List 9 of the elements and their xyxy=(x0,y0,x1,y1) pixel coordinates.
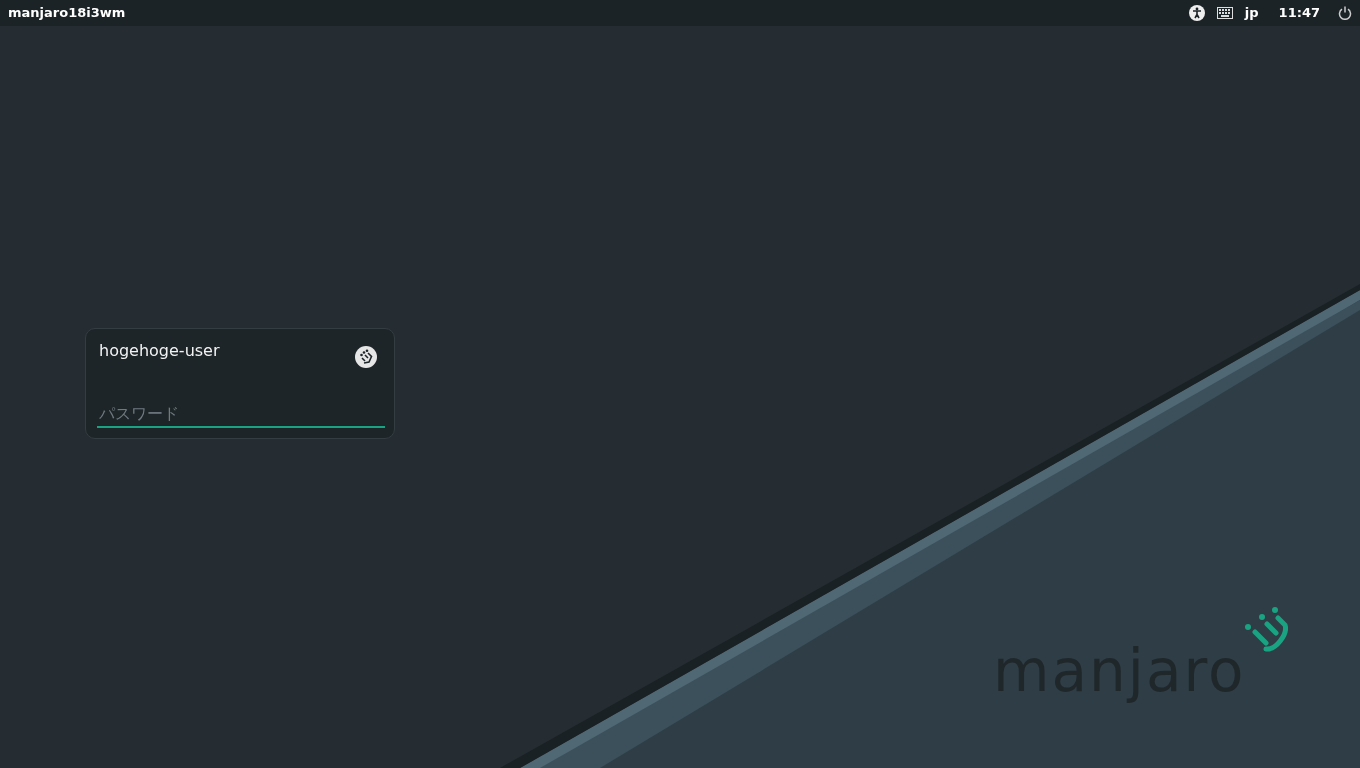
power-icon[interactable] xyxy=(1338,6,1352,20)
username: hogehoge-user xyxy=(99,340,220,362)
keyboard-icon[interactable] xyxy=(1216,7,1233,19)
hostname: manjaro18i3wm xyxy=(8,4,126,23)
session-icon[interactable] xyxy=(355,346,377,368)
keyboard-layout[interactable]: jp xyxy=(1244,3,1259,23)
accessibility-icon[interactable] xyxy=(1188,5,1205,21)
clock: 11:47 xyxy=(1278,4,1320,23)
password-field[interactable]: パスワード xyxy=(97,400,385,428)
